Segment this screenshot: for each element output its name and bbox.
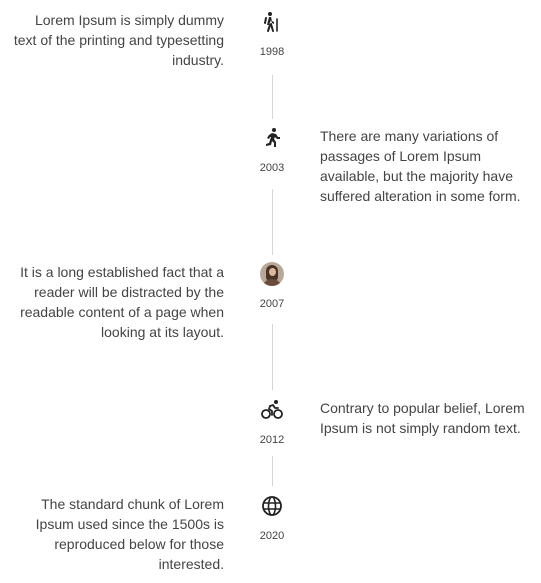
avatar — [260, 262, 284, 286]
timeline-year: 2007 — [259, 298, 285, 310]
avatar-image — [260, 262, 284, 286]
timeline-connector — [272, 189, 273, 255]
timeline-description: Lorem Ipsum is simply dummy text of the … — [13, 12, 224, 68]
running-icon — [260, 126, 284, 150]
timeline-year: 2020 — [259, 530, 285, 542]
timeline-year: 2012 — [259, 434, 285, 446]
timeline-description: The standard chunk of Lorem Ipsum used s… — [35, 496, 224, 572]
timeline: 1998 Lorem Ipsum is simply dummy text of… — [0, 0, 541, 583]
timeline-year: 1998 — [259, 46, 285, 58]
globe-icon — [260, 494, 284, 518]
timeline-connector — [272, 324, 273, 390]
bicycle-icon — [260, 398, 284, 422]
timeline-connector — [272, 75, 273, 119]
timeline-description: Contrary to popular belief, Lorem Ipsum … — [320, 400, 525, 436]
timeline-description: It is a long established fact that a rea… — [20, 264, 224, 340]
hiking-icon — [260, 10, 284, 34]
timeline-description: There are many variations of passages of… — [320, 128, 521, 204]
timeline-connector — [272, 456, 273, 486]
timeline-year: 2003 — [259, 162, 285, 174]
